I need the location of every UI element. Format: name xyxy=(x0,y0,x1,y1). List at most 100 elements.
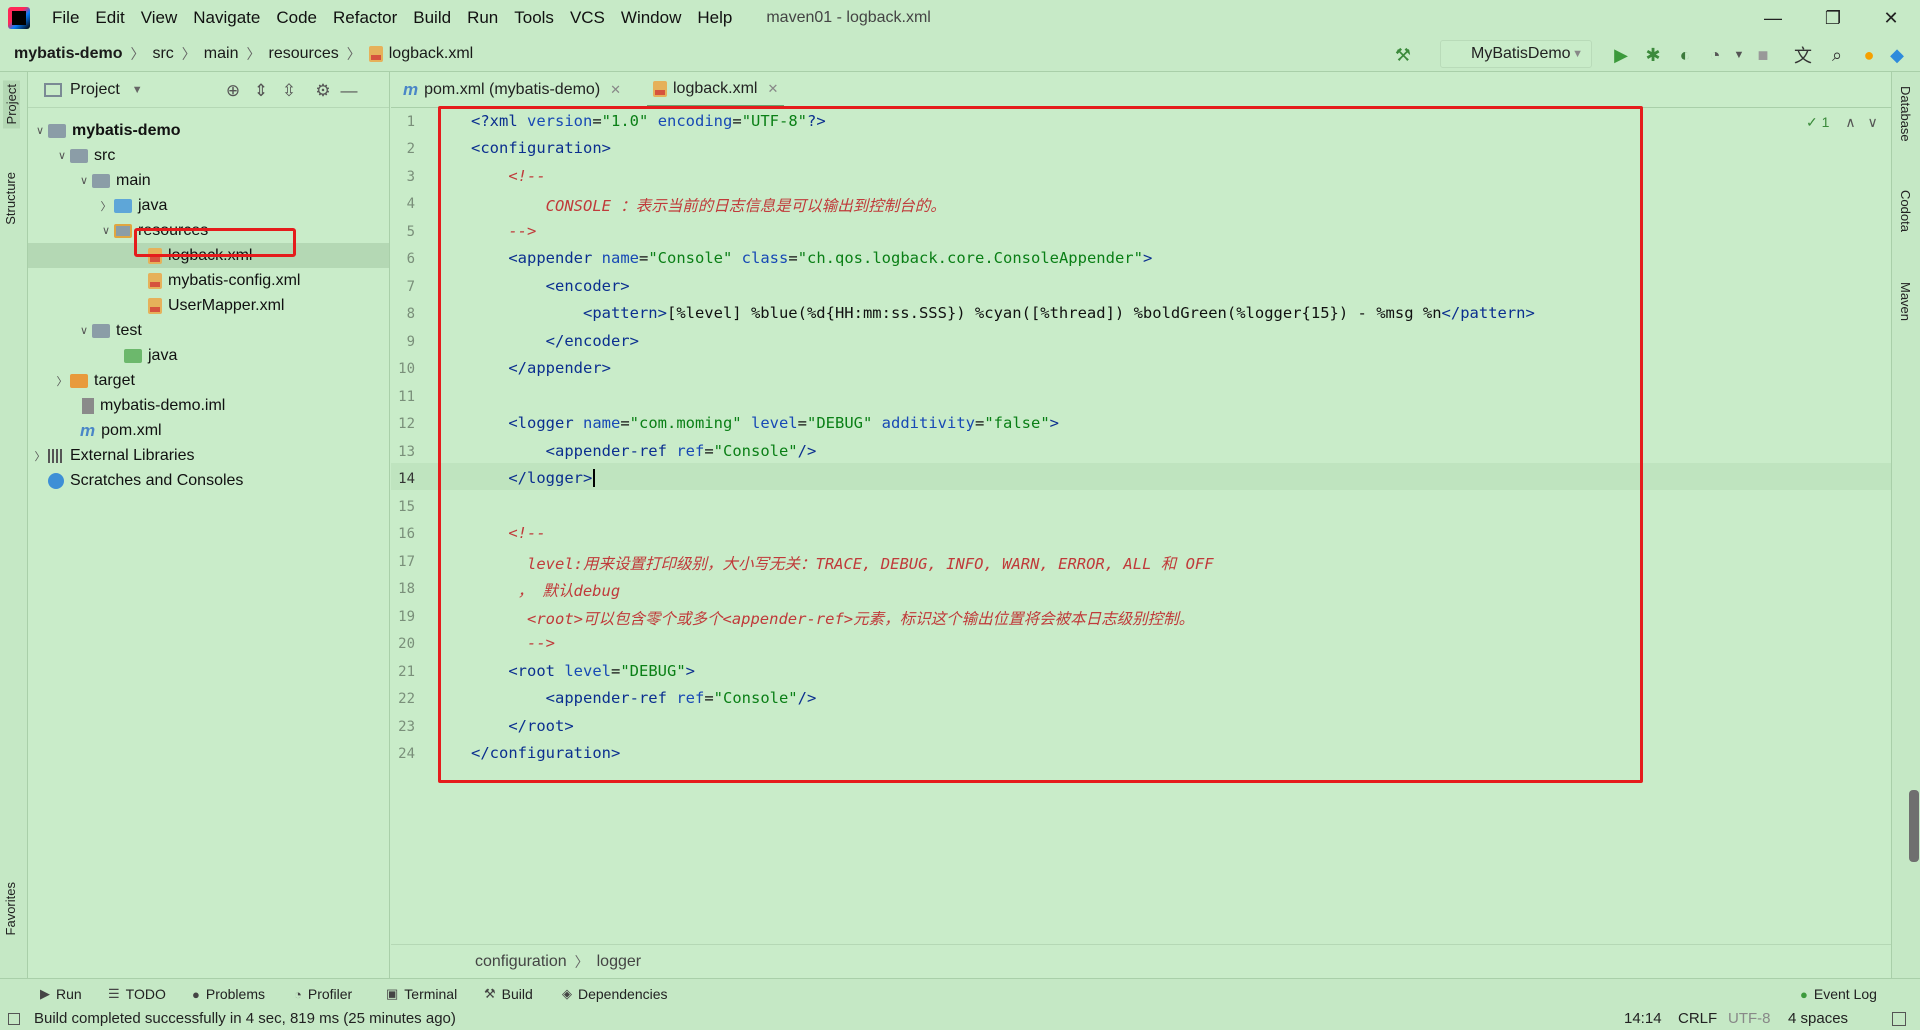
line-number[interactable]: 9 xyxy=(391,334,415,350)
breadcrumb-configuration[interactable]: configuration xyxy=(475,953,567,971)
gear-icon[interactable]: ⚙ xyxy=(312,80,334,102)
build-tool-button[interactable]: ⚒ Build xyxy=(484,983,533,1005)
close-icon[interactable]: ✕ xyxy=(610,82,621,98)
maven-tool-tab[interactable]: Maven xyxy=(1898,282,1913,321)
chevron-down-icon[interactable]: ∨ xyxy=(1867,114,1877,130)
breadcrumb-resources[interactable]: resources xyxy=(268,45,338,63)
breadcrumb-src[interactable]: src xyxy=(152,45,173,63)
line-number[interactable]: 24 xyxy=(391,746,415,762)
maximize-button[interactable]: ❐ xyxy=(1804,0,1862,36)
chevron-right-icon[interactable]: 〉 xyxy=(98,198,114,214)
line-number[interactable]: 11 xyxy=(391,389,415,405)
menu-run[interactable]: Run xyxy=(459,8,506,28)
run-config-dropdown[interactable]: MyBatisDemo ▼ xyxy=(1440,40,1592,68)
breadcrumb-project[interactable]: mybatis-demo xyxy=(14,45,122,63)
close-button[interactable]: ✕ xyxy=(1862,0,1920,36)
chevron-up-icon[interactable]: ∧ xyxy=(1845,114,1855,130)
menu-build[interactable]: Build xyxy=(405,8,459,28)
minimize-button[interactable]: — xyxy=(1744,0,1802,36)
tree-item-iml[interactable]: mybatis-demo.iml xyxy=(28,393,389,418)
line-number[interactable]: 13 xyxy=(391,444,415,460)
tree-item-external-libraries[interactable]: 〉 External Libraries xyxy=(28,443,389,468)
stop-icon[interactable]: ■ xyxy=(1752,44,1774,66)
lock-icon[interactable] xyxy=(1892,1012,1906,1026)
event-log-button[interactable]: ● Event Log xyxy=(1800,983,1877,1005)
breadcrumb-file[interactable]: logback.xml xyxy=(389,45,473,63)
line-number[interactable]: 1 xyxy=(391,114,415,130)
tree-item-test-java[interactable]: java xyxy=(28,343,389,368)
file-encoding[interactable]: UTF-8 xyxy=(1728,1010,1771,1027)
terminal-tool-button[interactable]: ▣ Terminal xyxy=(386,983,457,1005)
line-number[interactable]: 7 xyxy=(391,279,415,295)
intellij-logo-icon[interactable] xyxy=(8,7,30,29)
search-icon[interactable]: ⌕ xyxy=(1826,44,1848,66)
menu-file[interactable]: File xyxy=(44,8,87,28)
status-panel-icon[interactable] xyxy=(8,1013,20,1025)
line-number[interactable]: 21 xyxy=(391,664,415,680)
chevron-down-icon[interactable]: ∨ xyxy=(98,224,114,237)
tree-item-pom[interactable]: m pom.xml xyxy=(28,418,389,443)
tree-item-src[interactable]: ∨ src xyxy=(28,143,389,168)
chevron-right-icon[interactable]: 〉 xyxy=(54,373,70,389)
menu-view[interactable]: View xyxy=(133,8,186,28)
menu-vcs[interactable]: VCS xyxy=(562,8,613,28)
expand-all-icon[interactable]: ⇕ xyxy=(250,80,272,102)
translate-icon[interactable]: 文 xyxy=(1792,44,1814,66)
debug-icon[interactable]: ✱ xyxy=(1642,44,1664,66)
line-number[interactable]: 12 xyxy=(391,416,415,432)
codota-tool-tab[interactable]: Codota xyxy=(1898,190,1913,232)
menu-tools[interactable]: Tools xyxy=(506,8,562,28)
line-number[interactable]: 14 xyxy=(391,471,415,487)
caret-position[interactable]: 14:14 xyxy=(1624,1010,1662,1027)
problems-tool-button[interactable]: ● Problems xyxy=(192,983,265,1005)
tree-item-target[interactable]: 〉 target xyxy=(28,368,389,393)
run-tool-button[interactable]: ▶ Run xyxy=(40,983,82,1005)
line-number[interactable]: 10 xyxy=(391,361,415,377)
coverage-icon[interactable]: ◐ xyxy=(1674,44,1696,66)
line-number[interactable]: 23 xyxy=(391,719,415,735)
line-number[interactable]: 20 xyxy=(391,636,415,652)
line-number[interactable]: 2 xyxy=(391,141,415,157)
line-number[interactable]: 8 xyxy=(391,306,415,322)
line-number[interactable]: 19 xyxy=(391,609,415,625)
chevron-down-icon[interactable]: ∨ xyxy=(76,324,92,337)
indent-setting[interactable]: 4 spaces xyxy=(1788,1010,1848,1027)
menu-code[interactable]: Code xyxy=(268,8,325,28)
line-number[interactable]: 17 xyxy=(391,554,415,570)
structure-tool-tab[interactable]: Structure xyxy=(3,172,18,225)
tree-item-usermapper[interactable]: UserMapper.xml xyxy=(28,293,389,318)
line-number[interactable]: 5 xyxy=(391,224,415,240)
chevron-down-icon[interactable]: ∨ xyxy=(54,149,70,162)
dependencies-tool-button[interactable]: ◈ Dependencies xyxy=(562,983,668,1005)
breadcrumb-main[interactable]: main xyxy=(204,45,239,63)
inspection-widget[interactable]: ✓ 1 ∧ ∨ xyxy=(1806,114,1878,131)
line-number[interactable]: 18 xyxy=(391,581,415,597)
menu-edit[interactable]: Edit xyxy=(87,8,132,28)
scrollbar-thumb[interactable] xyxy=(1909,790,1919,862)
tree-item-project[interactable]: ∨ mybatis-demo xyxy=(28,118,389,143)
breadcrumb-logger[interactable]: logger xyxy=(597,953,641,971)
menu-refactor[interactable]: Refactor xyxy=(325,8,405,28)
plugin-icon[interactable]: ◆ xyxy=(1886,44,1908,66)
profiler-icon[interactable]: ◔ xyxy=(1704,44,1726,66)
build-hammer-icon[interactable]: ⚒ xyxy=(1392,44,1414,66)
todo-tool-button[interactable]: ☰ TODO xyxy=(108,983,166,1005)
hide-icon[interactable]: — xyxy=(338,80,360,102)
line-number[interactable]: 15 xyxy=(391,499,415,515)
menu-help[interactable]: Help xyxy=(689,8,740,28)
tab-logback[interactable]: logback.xml ✕ xyxy=(647,72,785,108)
menu-navigate[interactable]: Navigate xyxy=(185,8,268,28)
chevron-down-icon[interactable]: ▼ xyxy=(132,84,143,96)
tree-item-test[interactable]: ∨ test xyxy=(28,318,389,343)
database-tool-tab[interactable]: Database xyxy=(1898,86,1913,142)
line-number[interactable]: 22 xyxy=(391,691,415,707)
close-icon[interactable]: ✕ xyxy=(767,81,778,97)
profiler-tool-button[interactable]: ◔ Profiler xyxy=(294,983,352,1005)
favorites-tool-tab[interactable]: Favorites xyxy=(3,882,18,935)
update-icon[interactable]: ● xyxy=(1858,44,1880,66)
run-icon[interactable]: ▶ xyxy=(1610,44,1632,66)
project-tool-tab[interactable]: Project xyxy=(3,80,20,129)
chevron-down-icon[interactable]: ▼ xyxy=(1728,44,1750,66)
menu-window[interactable]: Window xyxy=(613,8,689,28)
tree-item-main[interactable]: ∨ main xyxy=(28,168,389,193)
